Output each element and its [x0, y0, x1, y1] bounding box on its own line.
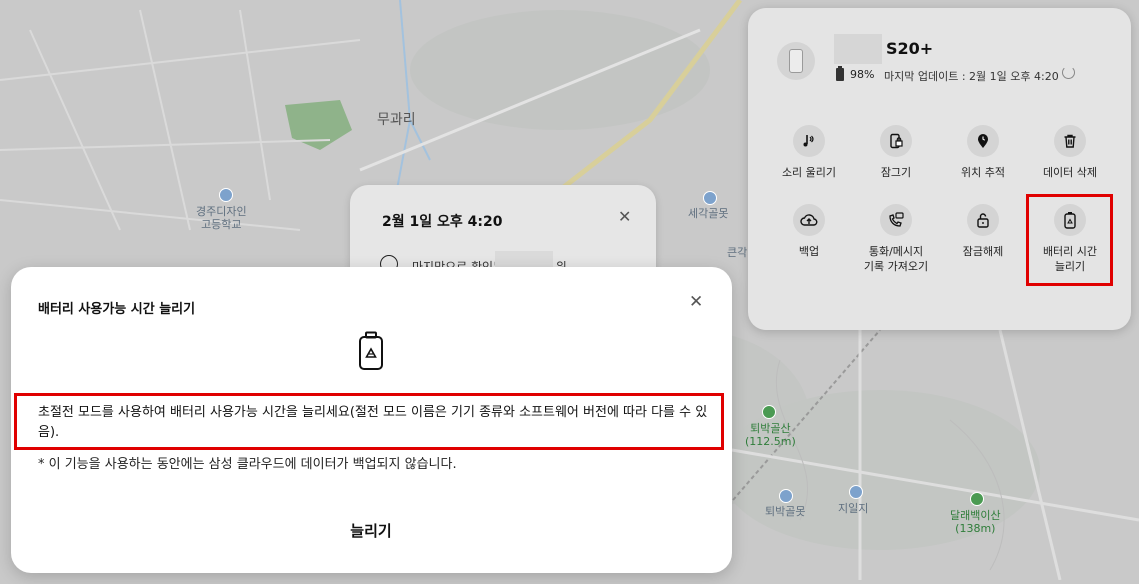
erase-data-label: 데이터 삭제 [1042, 166, 1098, 179]
redacted-name [834, 34, 882, 64]
map-label-segak-pond: 세각골못 [688, 207, 729, 220]
map-label-school: 경주디자인 고등학교 [196, 205, 247, 231]
mountain-poi-icon[interactable] [762, 405, 776, 419]
ring-label: 소리 울리기 [781, 166, 837, 179]
battery-icon [836, 66, 844, 81]
pond-poi-icon[interactable] [849, 485, 863, 499]
track-location-label: 위치 추적 [961, 166, 1005, 179]
retrieve-calls-messages-button[interactable]: 통화/메시지 기록 가져오기 [856, 204, 936, 274]
device-name: S20+ [886, 39, 934, 58]
map-label-keungak: 큰각 [727, 246, 748, 259]
erase-data-button[interactable]: 데이터 삭제 [1030, 125, 1110, 180]
backup-button[interactable]: 백업 [769, 204, 849, 259]
highlight-box [1026, 194, 1113, 286]
map-label-mugwari: 무과리 [377, 112, 416, 128]
mountain-poi-icon[interactable] [970, 492, 984, 506]
refresh-icon[interactable] [1062, 66, 1075, 79]
map-label-toebak-mountain: 퇴박골산 (112.5m) [745, 422, 796, 448]
phone-icon [789, 49, 803, 73]
battery-recycle-icon [359, 331, 383, 370]
dialog-note: * 이 기능을 사용하는 동안에는 삼성 클라우드에 데이터가 백업되지 않습니… [38, 457, 457, 472]
battery-level: 98% [850, 68, 875, 81]
close-icon[interactable]: ✕ [689, 292, 703, 312]
extend-button[interactable]: 늘리기 [307, 516, 435, 546]
unlock-button[interactable]: 잠금해제 [943, 204, 1023, 259]
retrieve-calls-messages-label: 통화/메시지 기록 가져오기 [863, 245, 929, 273]
phone-lock-icon [890, 133, 903, 149]
call-message-icon [889, 212, 904, 227]
device-thumbnail [777, 42, 815, 80]
pond-poi-icon[interactable] [703, 191, 717, 205]
lock-label: 잠그기 [880, 166, 912, 179]
map-label-jiilji: 지일지 [838, 502, 869, 515]
dialog-title: 배터리 사용가능 시간 늘리기 [38, 302, 196, 317]
cloud-upload-icon [800, 214, 818, 226]
last-update-text: 마지막 업데이트 : 2월 1일 오후 4:20 [884, 70, 1059, 83]
notice-close-icon[interactable]: ✕ [618, 207, 631, 226]
lock-button[interactable]: 잠그기 [856, 125, 936, 180]
backup-label: 백업 [798, 245, 820, 258]
map-label-toebak-pond: 퇴박골못 [765, 505, 806, 518]
unlock-label: 잠금해제 [962, 245, 1004, 258]
ring-button[interactable]: 소리 울리기 [769, 125, 849, 180]
trash-icon [1064, 134, 1076, 148]
location-clock-icon [978, 134, 988, 148]
map-label-dallaebaek-mountain: 달래백이산 (138m) [950, 509, 1001, 535]
track-location-button[interactable]: 위치 추적 [943, 125, 1023, 180]
music-note-icon [803, 135, 814, 147]
dialog-description: 초절전 모드를 사용하여 배터리 사용가능 시간을 늘리세요(절전 모드 이름은… [38, 405, 708, 440]
notice-date: 2월 1일 오후 4:20 [382, 214, 503, 230]
pond-poi-icon[interactable] [779, 489, 793, 503]
extend-battery-dialog: 배터리 사용가능 시간 늘리기 ✕ 초절전 모드를 사용하여 배터리 사용가능 … [11, 267, 732, 573]
school-poi-icon[interactable] [219, 188, 233, 202]
device-panel: S20+ 98% 마지막 업데이트 : 2월 1일 오후 4:20 소리 울리기… [748, 8, 1131, 330]
unlock-icon [977, 213, 989, 228]
